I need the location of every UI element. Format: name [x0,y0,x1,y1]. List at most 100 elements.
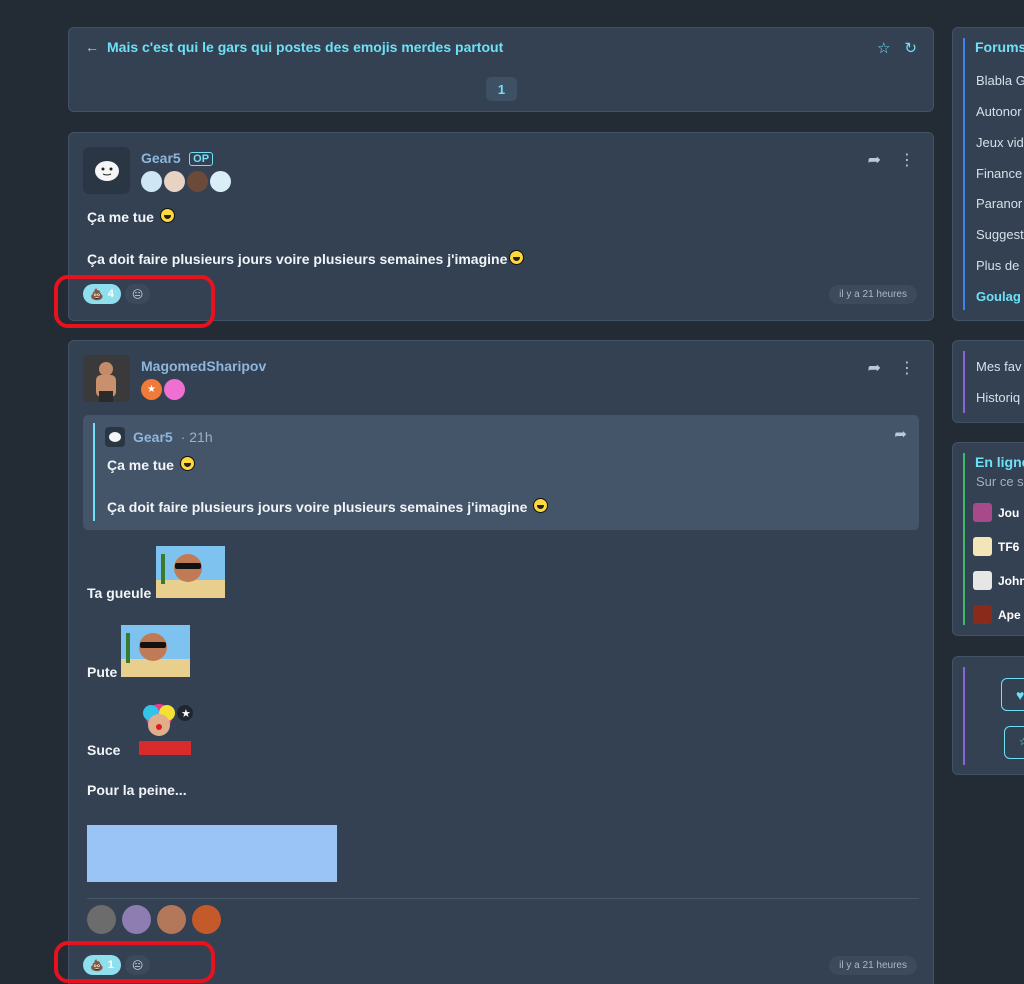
favorite-button[interactable]: ♥ [1001,678,1024,711]
online-user[interactable]: TF6 [973,537,1019,556]
topic-actions: ☆ ↻ [877,39,917,57]
author-block: MagomedSharipov ★ [141,358,266,400]
svg-text:★: ★ [181,707,191,720]
avatar-face-icon [94,160,119,181]
sidebar-item[interactable]: Goulag [976,289,1021,304]
reactors-avatars [87,905,221,934]
refresh-icon[interactable]: ↻ [904,39,917,57]
quote-line-text: Ça me tue [107,457,174,473]
image-placeholder[interactable] [87,825,337,882]
online-username: Jou [998,505,1020,520]
star-icon[interactable]: ☆ [877,39,890,57]
sidebar-bar [963,667,965,765]
quote-bar [93,423,95,521]
laughing-emoji-icon [159,208,175,223]
post-timestamp: il y a 21 heures [829,285,917,304]
online-subtitle: Sur ce s [976,474,1024,489]
share-icon[interactable]: ➦ [868,150,881,170]
star-badge-icon[interactable]: ★ [141,379,162,400]
user-badges: ★ [141,379,266,400]
post: MagomedSharipov ★ ➦ ⋮ Gear5 · 21h ➦ Ça m… [68,340,934,984]
share-icon[interactable]: ➦ [894,425,907,443]
sidebar-online: En ligne Sur ce s Jou TF6 John Ape [952,442,1024,636]
sidebar-item[interactable]: Autonor [976,104,1022,119]
online-username: Ape [998,607,1021,622]
post-line: Pour la peine... [87,782,187,798]
sticker-image[interactable] [121,625,190,677]
quote-avatar[interactable] [105,427,125,447]
star-icon: ☆ [1019,737,1024,748]
avatar[interactable] [83,147,130,194]
online-user[interactable]: Jou [973,503,1019,522]
badge-icon[interactable] [187,171,208,192]
action-button[interactable]: ☆ [1004,726,1024,759]
quote-line: Ça me tue [107,456,195,473]
arrow-left-icon[interactable]: ← [85,39,99,55]
quoted-post: Gear5 · 21h ➦ Ça me tue Ça doit faire pl… [83,415,919,530]
avatar[interactable] [157,905,186,934]
avatar [973,571,992,590]
sidebar-item[interactable]: Plus de [976,258,1019,273]
sidebar-forums: Forums Blabla G Autonor Jeux vid Finance… [952,27,1024,321]
user-badges [141,171,231,192]
sidebar-item[interactable]: Blabla G [976,73,1024,88]
online-title: En ligne [975,454,1024,470]
baby-badge-icon[interactable] [164,379,185,400]
avatar[interactable] [87,905,116,934]
sticker-image[interactable]: ★ [133,703,195,755]
post-line: Ta gueule [87,585,152,601]
post-line: Ça doit faire plusieurs jours voire plus… [87,250,525,267]
online-user[interactable]: Ape [973,605,1021,624]
laughing-emoji-icon [533,498,549,513]
sidebar-bar [963,351,965,413]
more-options-icon[interactable]: ⋮ [899,358,915,378]
avatar [973,503,992,522]
sidebar-link[interactable]: Historiq [976,390,1020,405]
avatar[interactable] [122,905,151,934]
online-username: TF6 [998,539,1020,554]
badge-icon[interactable] [210,171,231,192]
topic-header: ← Mais c'est qui le gars qui postes des … [68,27,934,112]
sidebar-item[interactable]: Paranor [976,196,1022,211]
avatar-face-icon [109,432,121,442]
sticker-image[interactable] [156,546,225,598]
beach-sticker-icon [121,625,190,677]
sidebar-bar [963,453,965,625]
avatar-photo-icon [83,355,130,402]
badge-icon[interactable] [164,171,185,192]
laughing-emoji-icon [179,456,195,471]
sidebar-item[interactable]: Suggest [976,227,1024,242]
divider [87,898,919,899]
sidebar-link[interactable]: Mes fav [976,359,1022,374]
badge-icon[interactable] [141,171,162,192]
heart-icon: ♥ [1016,686,1024,703]
post-line: Suce [87,742,121,758]
beach-sticker-icon [156,546,225,598]
share-icon[interactable]: ➦ [868,358,881,378]
avatar[interactable] [192,905,221,934]
quote-header: Gear5 · 21h [105,427,213,447]
author-name[interactable]: Gear5 [141,150,181,166]
post-line-text: Ça me tue [87,209,154,225]
quote-line: Ça doit faire plusieurs jours voire plus… [107,498,549,515]
avatar [973,605,992,624]
online-username: John [998,573,1024,588]
post-line: Ça me tue [87,208,175,225]
quote-author[interactable]: Gear5 [133,429,173,445]
avatar[interactable] [83,355,130,402]
sidebar-actions: ♥ ☆ [952,656,1024,775]
laughing-emoji-icon [509,250,525,265]
sidebar-item[interactable]: Finance [976,166,1022,181]
topic-title[interactable]: Mais c'est qui le gars qui postes des em… [107,39,503,55]
post-timestamp: il y a 21 heures [829,956,917,975]
sidebar-bar [963,38,965,310]
online-user[interactable]: John [973,571,1024,590]
author-block: Gear5 OP [141,150,231,192]
topic-title-row[interactable]: ← Mais c'est qui le gars qui postes des … [85,39,503,55]
quote-line-text: Ça doit faire plusieurs jours voire plus… [107,499,528,515]
more-options-icon[interactable]: ⋮ [899,150,915,170]
sidebar-item[interactable]: Jeux vid [976,135,1024,150]
avatar [973,537,992,556]
page-button[interactable]: 1 [486,77,517,101]
author-name[interactable]: MagomedSharipov [141,358,266,374]
